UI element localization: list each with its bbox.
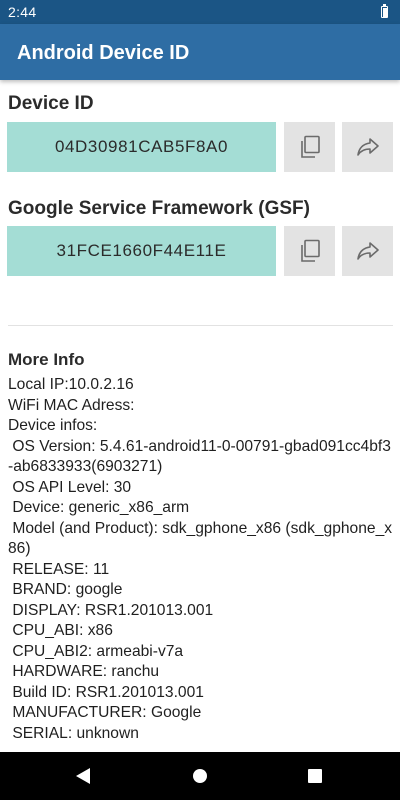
info-line: CPU_ABI2: armeabi-v7a <box>8 642 184 660</box>
info-line: HARDWARE: ranchu <box>8 663 160 680</box>
navigation-bar <box>0 752 400 800</box>
back-icon[interactable] <box>76 768 90 784</box>
share-icon <box>356 242 379 260</box>
device-id-title: Device ID <box>8 93 94 114</box>
copy-device-id-button[interactable] <box>284 122 335 172</box>
info-line: Local IP:10.0.2.16 <box>8 376 134 393</box>
divider <box>8 325 393 326</box>
share-device-id-button[interactable] <box>342 122 393 172</box>
more-info-list: Local IP:10.0.2.16 WiFi MAC Adress: Devi… <box>8 375 394 744</box>
app-bar: Android Device ID <box>0 24 400 80</box>
info-line: OS Version: 5.4.61-android11-0-00791-gba… <box>8 437 391 476</box>
copy-gsf-button[interactable] <box>284 226 335 276</box>
gsf-title: Google Service Framework (GSF) <box>8 198 310 219</box>
more-info-title: More Info <box>8 350 85 369</box>
info-line: Device infos: <box>8 417 98 434</box>
gsf-value[interactable]: 31FCE1660F44E11E <box>7 226 276 276</box>
share-gsf-button[interactable] <box>342 226 393 276</box>
info-line: Model (and Product): sdk_gphone_x86 (sdk… <box>8 519 393 558</box>
info-line: BRAND: google <box>8 581 123 598</box>
copy-icon <box>300 135 320 158</box>
info-line: WiFi MAC Adress: <box>8 396 135 414</box>
home-icon[interactable] <box>193 769 207 783</box>
info-line: SERIAL: unknown <box>8 724 139 742</box>
device-id-value[interactable]: 04D30981CAB5F8A0 <box>7 122 276 172</box>
info-line: Build ID: RSR1.201013.001 <box>8 683 204 701</box>
app-title: Android Device ID <box>17 42 190 64</box>
status-bar: 2:44 <box>0 0 400 24</box>
info-line: CPU_ABI: x86 <box>8 622 113 639</box>
share-icon <box>356 138 379 156</box>
info-line: MANUFACTURER: Google <box>8 704 202 721</box>
info-line: Device: generic_x86_arm <box>8 499 190 516</box>
battery-icon <box>381 3 388 18</box>
info-line: OS API Level: 30 <box>8 478 132 496</box>
info-line: DISPLAY: RSR1.201013.001 <box>8 601 214 619</box>
info-line: RELEASE: 11 <box>8 560 110 578</box>
status-time: 2:44 <box>8 4 37 20</box>
recent-apps-icon[interactable] <box>308 769 322 783</box>
copy-icon <box>300 239 320 262</box>
